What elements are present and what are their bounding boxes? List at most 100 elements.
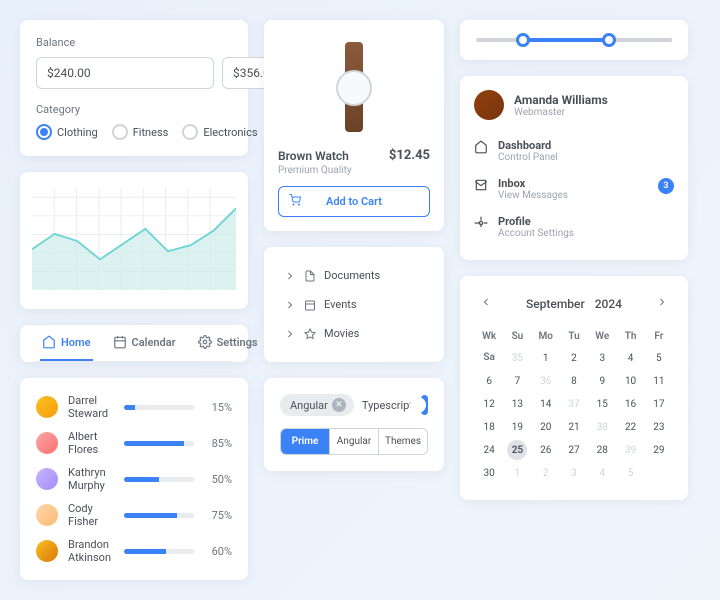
btn-prime[interactable]: Prime [281, 429, 330, 454]
balance-input-1[interactable] [36, 57, 214, 89]
profile-name: Amanda Williams [514, 93, 608, 107]
slider-thumb-low[interactable] [516, 33, 530, 47]
calendar-day-header: We [589, 327, 615, 346]
product-image [278, 34, 430, 148]
person-row: Kathryn Murphy50% [36, 466, 232, 492]
calendar-day[interactable]: 13 [504, 394, 530, 415]
home-icon [42, 335, 56, 349]
calendar-day-header: Fr [646, 327, 672, 346]
calendar-day-header: Tu [561, 327, 587, 346]
tree-item-events[interactable]: Events [280, 292, 428, 317]
calendar-day[interactable]: 19 [504, 417, 530, 438]
calendar-day[interactable]: 17 [646, 394, 672, 415]
calendar-day[interactable]: 8 [561, 371, 587, 392]
movies-icon [304, 328, 316, 340]
calendar-day[interactable]: 26 [533, 440, 559, 461]
calendar-week-num: 36 [533, 371, 559, 392]
menu-profile[interactable]: ProfileAccount Settings [474, 208, 674, 246]
tree-card: Documents Events Movies [264, 247, 444, 362]
avatar [36, 396, 58, 418]
calendar-day[interactable]: 27 [561, 440, 587, 461]
calendar-day[interactable]: 5 [617, 463, 643, 484]
calendar-week-num: 39 [617, 440, 643, 461]
calendar-day[interactable]: 21 [561, 417, 587, 438]
calendar-card: September2024 WkSuMoTuWeThFrSa3512345673… [460, 276, 688, 500]
calendar-day-header: Sa [476, 348, 502, 369]
calendar-day[interactable]: 25 [507, 440, 527, 460]
tree-item-movies[interactable]: Movies [280, 321, 428, 346]
calendar-day[interactable]: 15 [589, 394, 615, 415]
avatar [36, 540, 58, 562]
calendar-day[interactable]: 4 [617, 348, 643, 369]
calendar-day[interactable]: 6 [476, 371, 502, 392]
calendar-day[interactable]: 12 [476, 394, 502, 415]
calendar-day[interactable]: 2 [533, 463, 559, 484]
calendar-day[interactable]: 28 [589, 440, 615, 461]
menu-dashboard[interactable]: DashboardControl Panel [474, 132, 674, 170]
chip-remove-icon[interactable]: ✕ [332, 398, 346, 412]
calendar-day[interactable]: 20 [533, 417, 559, 438]
calendar-next-button[interactable] [652, 292, 672, 315]
calendar-day-header: Wk [476, 327, 502, 346]
calendar-day[interactable]: 3 [589, 348, 615, 369]
calendar-day[interactable]: 4 [589, 463, 615, 484]
calendar-day[interactable]: 22 [617, 417, 643, 438]
calendar-day[interactable]: 7 [504, 371, 530, 392]
calendar-day[interactable]: 3 [561, 463, 587, 484]
tab-settings[interactable]: Settings [196, 325, 260, 361]
calendar-week-num: 38 [589, 417, 615, 438]
chevron-right-icon [284, 299, 296, 311]
range-slider[interactable] [476, 38, 672, 42]
product-price: $12.45 [389, 148, 430, 163]
calendar-week-num: 35 [504, 348, 530, 369]
calendar-day-header: Su [504, 327, 530, 346]
balance-label: Balance [36, 36, 232, 49]
dashboard-icon [474, 140, 488, 154]
cart-icon [289, 194, 301, 209]
btn-themes[interactable]: Themes [379, 429, 427, 454]
calendar-day[interactable]: 23 [646, 417, 672, 438]
calendar-day[interactable]: 16 [617, 394, 643, 415]
slider-card [460, 20, 688, 60]
avatar [36, 504, 58, 526]
calendar-day[interactable]: 30 [476, 463, 502, 484]
calendar-prev-button[interactable] [476, 292, 496, 315]
calendar-day[interactable]: 18 [476, 417, 502, 438]
product-title: Brown Watch [278, 149, 349, 163]
calendar-day[interactable]: 14 [533, 394, 559, 415]
profile-role: Webmaster [514, 107, 608, 118]
calendar-day[interactable]: 10 [617, 371, 643, 392]
settings-icon [198, 335, 212, 349]
slider-thumb-high[interactable] [602, 33, 616, 47]
avatar [36, 468, 58, 490]
calendar-day[interactable]: 11 [646, 371, 672, 392]
calendar-day[interactable]: 5 [646, 348, 672, 369]
person-row: Darrel Steward15% [36, 394, 232, 420]
calendar-day-header: Mo [533, 327, 559, 346]
people-card: Darrel Steward15%Albert Flores85%Kathryn… [20, 378, 248, 580]
tabs-card: HomeCalendarSettings [20, 325, 248, 362]
person-row: Cody Fisher75% [36, 502, 232, 528]
calendar-day[interactable]: 2 [561, 348, 587, 369]
calendar-day[interactable]: 1 [533, 348, 559, 369]
radio-electronics[interactable]: Electronics [182, 124, 257, 140]
product-subtitle: Premium Quality [278, 165, 430, 176]
btn-angular[interactable]: Angular [330, 429, 379, 454]
radio-clothing[interactable]: Clothing [36, 124, 98, 140]
avatar [474, 90, 504, 120]
radio-fitness[interactable]: Fitness [112, 124, 169, 140]
calendar-day[interactable]: 9 [589, 371, 615, 392]
tab-calendar[interactable]: Calendar [111, 325, 178, 361]
chip-angular[interactable]: Angular ✕ [280, 394, 354, 416]
controls-card: Angular ✕ Typescript PrimeAngularThemes [264, 378, 444, 471]
toggle-switch[interactable] [421, 395, 428, 415]
tree-item-documents[interactable]: Documents [280, 263, 428, 288]
add-to-cart-button[interactable]: Add to Cart [278, 186, 430, 217]
calendar-day[interactable]: 24 [476, 440, 502, 461]
calendar-day[interactable]: 1 [504, 463, 530, 484]
menu-inbox[interactable]: InboxView Messages3 [474, 170, 674, 208]
balance-card: Balance Category ClothingFitnessElectron… [20, 20, 248, 156]
profile-card: Amanda Williams Webmaster DashboardContr… [460, 76, 688, 260]
tab-home[interactable]: Home [40, 325, 93, 361]
calendar-day[interactable]: 29 [646, 440, 672, 461]
